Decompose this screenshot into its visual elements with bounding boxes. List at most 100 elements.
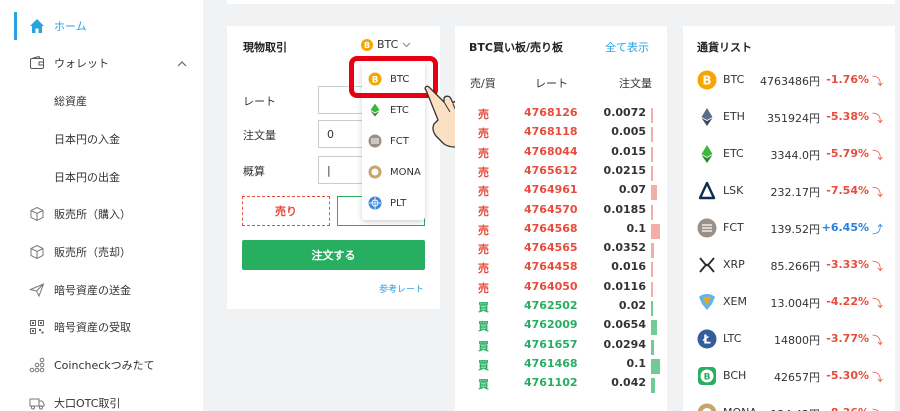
order-book-row[interactable]: 買 4761468 0.1 bbox=[455, 357, 667, 376]
order-amount: 0.042 bbox=[611, 376, 646, 390]
currency-row[interactable]: ETH 351924円 -5.38% ⤵ bbox=[683, 98, 895, 135]
xrp-icon bbox=[699, 257, 715, 273]
dropdown-item-mona[interactable]: MONA bbox=[362, 157, 425, 187]
currency-list-panel: 通貨リスト B BTC 4763486円 -1.76% ⤵ ETH 351924円 -5.38… bbox=[683, 26, 895, 411]
qr-icon bbox=[28, 318, 46, 336]
chevron-up-icon[interactable] bbox=[177, 60, 187, 68]
panel-title: BTC買い板/売り板 bbox=[469, 41, 563, 54]
ltc-icon: Ł bbox=[697, 329, 717, 349]
sell-button[interactable]: 売り bbox=[242, 196, 330, 226]
order-book-row[interactable]: 売 4764570 0.0185 bbox=[455, 203, 667, 222]
trend-down-icon: ⤵ bbox=[872, 371, 883, 384]
dropdown-item-label: ETC bbox=[390, 104, 409, 116]
depth-bar bbox=[651, 301, 653, 316]
order-rate: 4764961 bbox=[524, 183, 578, 197]
trend-down-icon: ⤵ bbox=[872, 186, 883, 199]
order-side: 売 bbox=[478, 281, 489, 295]
sidebar-item-jpy-withdraw[interactable]: 日本円の出金 bbox=[0, 158, 203, 196]
panel-title: 通貨リスト bbox=[697, 41, 752, 54]
currency-change: -3.33% bbox=[826, 258, 869, 271]
order-book-row[interactable]: 売 4764050 0.0116 bbox=[455, 280, 667, 299]
sidebar-item-otc[interactable]: 大口OTC取引 bbox=[0, 384, 203, 411]
currency-row[interactable]: MONA 124.42円 -8.36%⤵ bbox=[683, 394, 895, 411]
depth-bar bbox=[651, 165, 653, 181]
dropdown-item-etc[interactable]: ETC bbox=[362, 95, 425, 125]
cube-icon bbox=[28, 205, 46, 223]
sidebar-item-wallet[interactable]: ウォレット bbox=[0, 44, 203, 82]
show-all-link[interactable]: 全て表示 bbox=[605, 39, 649, 55]
order-amount: 0.1 bbox=[626, 221, 647, 235]
order-rate: 4764565 bbox=[524, 241, 578, 255]
order-book-row[interactable]: 買 4762502 0.02 bbox=[455, 299, 667, 318]
currency-row[interactable]: FCT 139.52円 +6.45% ⤴ bbox=[683, 209, 895, 246]
order-button[interactable]: 注文する bbox=[242, 240, 425, 270]
bch-icon: B bbox=[698, 367, 716, 385]
order-book-row[interactable]: 売 4768126 0.0072 bbox=[455, 106, 667, 125]
sidebar-item-label: Coincheckつみたて bbox=[54, 359, 155, 372]
column-header-side: 売/買 bbox=[470, 77, 496, 90]
sidebar-item-crypto-send[interactable]: 暗号資産の送金 bbox=[0, 271, 203, 309]
sidebar-item-tsumitate[interactable]: Coincheckつみたて bbox=[0, 346, 203, 384]
order-amount: 0.0116 bbox=[603, 279, 646, 293]
currency-symbol: BTC bbox=[723, 73, 745, 86]
dropdown-item-label: FCT bbox=[390, 135, 409, 147]
order-book-row[interactable]: 売 4764565 0.0352 bbox=[455, 241, 667, 260]
sidebar: ホーム ウォレット 総資産 日本円の入金 日本円の出金 販売所（購入） 販売所（… bbox=[0, 0, 203, 411]
order-rate: 4768044 bbox=[524, 144, 578, 158]
sidebar-item-buy-store[interactable]: 販売所（購入） bbox=[0, 195, 203, 233]
order-book-row[interactable]: 売 4764568 0.1 bbox=[455, 222, 667, 241]
order-rate: 4761657 bbox=[524, 337, 578, 351]
currency-row[interactable]: XRP 85.266円 -3.33% ⤵ bbox=[683, 246, 895, 283]
trend-down-icon: ⤵ bbox=[872, 260, 883, 273]
order-book-row[interactable]: 買 4761657 0.0294 bbox=[455, 338, 667, 357]
sidebar-item-crypto-receive[interactable]: 暗号資産の受取 bbox=[0, 308, 203, 346]
btc-icon: B bbox=[697, 70, 717, 90]
sidebar-item-label: 日本円の入金 bbox=[54, 133, 120, 146]
depth-bar bbox=[651, 146, 653, 162]
order-book-row[interactable]: 売 4768118 0.005 bbox=[455, 125, 667, 144]
send-icon bbox=[28, 281, 46, 299]
currency-row[interactable]: Ł LTC 14800円 -3.77% ⤵ bbox=[683, 320, 895, 357]
order-amount: 0.07 bbox=[618, 183, 646, 197]
currency-change: -4.22% bbox=[826, 295, 869, 308]
sidebar-item-home[interactable]: ホーム bbox=[0, 7, 203, 45]
currency-row[interactable]: ETC 3344.0円 -5.79% ⤵ bbox=[683, 135, 895, 172]
order-book-row[interactable]: 売 4768044 0.015 bbox=[455, 145, 667, 164]
order-book-row[interactable]: 買 4762009 0.0654 bbox=[455, 318, 667, 337]
dropdown-item-label: PLT bbox=[390, 197, 407, 209]
svg-text:B: B bbox=[704, 373, 711, 383]
wallet-icon bbox=[28, 54, 46, 72]
currency-change: +6.45% bbox=[821, 221, 869, 234]
currency-row[interactable]: B BCH 42657円 -5.30% ⤵ bbox=[683, 357, 895, 394]
coin-selector[interactable]: B BTC bbox=[361, 38, 411, 51]
order-amount: 0.02 bbox=[618, 299, 646, 312]
sidebar-item-sell-store[interactable]: 販売所（売却） bbox=[0, 233, 203, 271]
currency-change: -8.36% bbox=[826, 406, 869, 411]
currency-row[interactable]: XEM 13.004円 -4.22% ⤵ bbox=[683, 283, 895, 320]
fct-icon bbox=[697, 218, 717, 238]
order-side: 買 bbox=[478, 339, 489, 353]
dropdown-item-fct[interactable]: FCT bbox=[362, 126, 425, 156]
reference-rate-link[interactable]: 参考レート bbox=[379, 282, 424, 295]
xem-icon bbox=[699, 294, 715, 310]
currency-row[interactable]: LSK 232.17円 -7.54% ⤵ bbox=[683, 172, 895, 209]
sidebar-item-label: 総資産 bbox=[54, 95, 87, 108]
currency-row[interactable]: B BTC 4763486円 -1.76% ⤵ bbox=[683, 61, 895, 98]
order-book-row[interactable]: 売 4764961 0.07 bbox=[455, 183, 667, 202]
sidebar-item-total-assets[interactable]: 総資産 bbox=[0, 82, 203, 120]
btc-icon: B bbox=[361, 39, 373, 51]
currency-symbol: ETH bbox=[723, 110, 745, 123]
sidebar-item-jpy-deposit[interactable]: 日本円の入金 bbox=[0, 120, 203, 158]
order-book-row[interactable]: 売 4765612 0.0215 bbox=[455, 164, 667, 183]
dropdown-item-plt[interactable]: PLT bbox=[362, 188, 425, 218]
order-side: 買 bbox=[478, 320, 489, 334]
coin-selector-label: BTC bbox=[377, 38, 399, 51]
order-book-row[interactable]: 売 4764458 0.016 bbox=[455, 260, 667, 279]
sidebar-item-label: ホーム bbox=[54, 20, 87, 33]
order-side: 売 bbox=[478, 165, 489, 179]
trend-up-icon: ⤴ bbox=[872, 223, 883, 236]
trend-down-icon: ⤵ bbox=[872, 112, 883, 125]
amount-label: 注文量 bbox=[243, 129, 276, 142]
order-book-row[interactable]: 買 4761102 0.042 bbox=[455, 376, 667, 395]
order-amount: 0.0215 bbox=[603, 163, 646, 177]
